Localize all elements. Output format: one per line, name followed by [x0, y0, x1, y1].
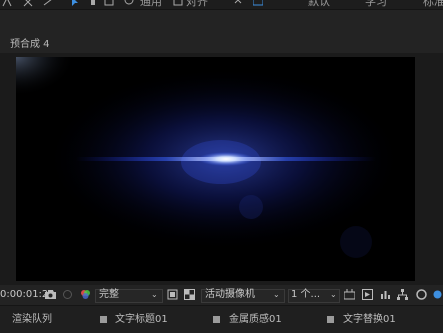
- flowchart-icon[interactable]: [397, 289, 408, 300]
- checkbox-icon[interactable]: [173, 0, 183, 7]
- camera-value: 活动摄像机: [205, 289, 255, 300]
- workspace-standard[interactable]: 标准: [423, 0, 443, 9]
- chevron-down-icon: ⌄: [151, 290, 158, 299]
- tab-color-swatch: [100, 316, 107, 323]
- scale-tool-icon[interactable]: [23, 0, 33, 7]
- pen-tool-icon[interactable]: [2, 0, 12, 7]
- view-layout-value: 1 个...: [291, 289, 321, 300]
- selection-tool-icon[interactable]: [70, 0, 80, 7]
- workspace-default[interactable]: 默认: [308, 0, 330, 9]
- fast-previews-icon[interactable]: [362, 289, 373, 300]
- show-snapshot-icon[interactable]: [62, 289, 73, 300]
- toolbar-label-general[interactable]: 通用: [140, 0, 162, 9]
- pixel-aspect-icon[interactable]: [344, 289, 355, 300]
- tab-color-swatch: [213, 316, 220, 323]
- lens-flare-render: [16, 57, 415, 281]
- transparency-grid-icon[interactable]: [184, 289, 195, 300]
- tab-text-title-01[interactable]: 文字标题01: [115, 306, 168, 333]
- tab-metal-texture-01[interactable]: 金属质感01: [229, 306, 282, 333]
- toolbar-divider: [0, 9, 443, 10]
- resolution-value: 完整: [99, 289, 119, 300]
- composition-viewer[interactable]: [16, 57, 415, 281]
- color-channels-icon[interactable]: [80, 289, 91, 300]
- panel-tab-bar: 渲染队列 文字标题01 金属质感01 文字替换01: [0, 305, 443, 333]
- composition-tab-title[interactable]: 预合成 4: [10, 35, 50, 50]
- puppet-tool-icon[interactable]: [43, 0, 53, 7]
- tab-color-swatch: [327, 316, 334, 323]
- snapping-icon[interactable]: [124, 0, 134, 7]
- reset-exposure-icon[interactable]: [416, 289, 427, 300]
- chevron-down-icon: ⌄: [273, 290, 280, 299]
- toolbar-label-align[interactable]: 对齐: [186, 0, 208, 9]
- region-of-interest-icon[interactable]: [167, 289, 178, 300]
- viewer-controls: 0:00:01:23 完整 ⌄ 活动摄像机 ⌄ 1 个... ⌄: [0, 286, 443, 304]
- snap-toggle-icon[interactable]: [253, 0, 263, 7]
- timeline-icon[interactable]: [380, 289, 391, 300]
- rotate-tool-icon[interactable]: [104, 0, 114, 7]
- top-toolbar: 通用 对齐 默认 学习 标准: [0, 0, 443, 9]
- exposure-icon[interactable]: [432, 289, 443, 300]
- hand-tool-icon[interactable]: [88, 0, 98, 7]
- tab-text-replace-01[interactable]: 文字替换01: [343, 306, 396, 333]
- close-icon[interactable]: [233, 0, 243, 7]
- tab-render-queue[interactable]: 渲染队列: [12, 306, 52, 333]
- camera-snapshot-icon[interactable]: [45, 289, 56, 300]
- workspace-learn[interactable]: 学习: [365, 0, 387, 9]
- chevron-down-icon: ⌄: [330, 290, 337, 299]
